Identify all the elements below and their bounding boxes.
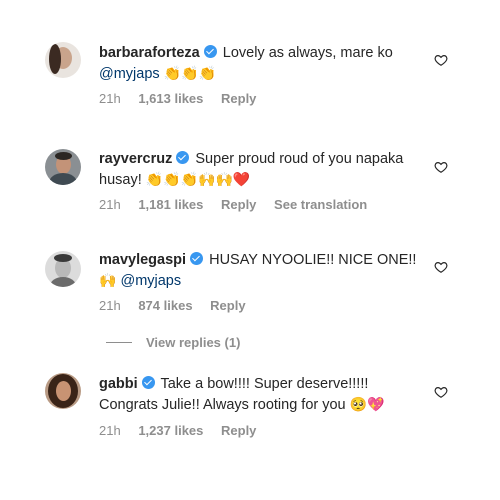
emoji-sequence: 👏👏👏🙌🙌❤️ [145, 172, 251, 188]
verified-badge-icon [190, 252, 204, 265]
avatar[interactable] [45, 42, 81, 78]
replies-divider [106, 341, 132, 343]
view-replies-label[interactable]: View replies (1) [146, 335, 240, 350]
like-heart-icon[interactable] [434, 385, 448, 399]
mention-link[interactable]: @myjaps [99, 66, 160, 82]
verified-badge-icon [176, 151, 190, 164]
comment-meta: 21h 874 likes Reply [99, 298, 260, 313]
username[interactable]: mavylegaspi [99, 252, 186, 268]
clapping-hands-emoji: 👏👏👏 [163, 66, 216, 82]
verified-badge-icon [203, 45, 217, 58]
comment-meta: 21h 1,237 likes Reply [99, 423, 270, 438]
likes-count[interactable]: 874 likes [138, 298, 192, 313]
reply-button[interactable]: Reply [221, 197, 256, 212]
timestamp[interactable]: 21h [99, 423, 121, 438]
comment-text: rayvercruz Super proud roud of you napak… [99, 149, 429, 170]
reply-button[interactable]: Reply [221, 91, 256, 106]
username[interactable]: barbaraforteza [99, 45, 200, 61]
username[interactable]: gabbi [99, 376, 138, 392]
comment-meta: 21h 1,613 likes Reply [99, 91, 270, 106]
comment-body: HUSAY NYOOLIE!! NICE ONE!! [209, 252, 417, 268]
like-heart-icon[interactable] [434, 260, 448, 274]
comment-body: Super proud roud of you napaka [195, 151, 404, 167]
like-heart-icon[interactable] [434, 160, 448, 174]
comment-meta: 21h 1,181 likes Reply See translation [99, 197, 381, 212]
comment-body: Take a bow!!!! Super deserve!!!!! [160, 376, 369, 392]
username[interactable]: rayvercruz [99, 151, 172, 167]
view-replies-button[interactable]: View replies (1) [106, 332, 240, 352]
comment-text: gabbi Take a bow!!!! Super deserve!!!!! [99, 374, 429, 395]
timestamp[interactable]: 21h [99, 197, 121, 212]
likes-count[interactable]: 1,237 likes [138, 423, 203, 438]
likes-count[interactable]: 1,613 likes [138, 91, 203, 106]
comment-body-cont: Congrats Julie!! Always rooting for you [99, 397, 346, 413]
see-translation-link[interactable]: See translation [274, 197, 367, 212]
raising-hands-emoji: 🙌 [99, 273, 117, 289]
comment-body-cont: husay! [99, 172, 142, 188]
emoji-sequence: 🥺💖 [349, 397, 385, 413]
avatar[interactable] [45, 373, 81, 409]
likes-count[interactable]: 1,181 likes [138, 197, 203, 212]
comment-text: barbaraforteza Lovely as always, mare ko [99, 43, 429, 64]
timestamp[interactable]: 21h [99, 91, 121, 106]
reply-button[interactable]: Reply [210, 298, 245, 313]
comment-body: Lovely as always, mare ko [222, 45, 393, 61]
like-heart-icon[interactable] [434, 53, 448, 67]
avatar[interactable] [45, 251, 81, 287]
avatar[interactable] [45, 149, 81, 185]
comment-text: mavylegaspi HUSAY NYOOLIE!! NICE ONE!! [99, 250, 429, 271]
verified-badge-icon [141, 376, 155, 389]
reply-button[interactable]: Reply [221, 423, 256, 438]
mention-link[interactable]: @myjaps [120, 273, 181, 289]
timestamp[interactable]: 21h [99, 298, 121, 313]
